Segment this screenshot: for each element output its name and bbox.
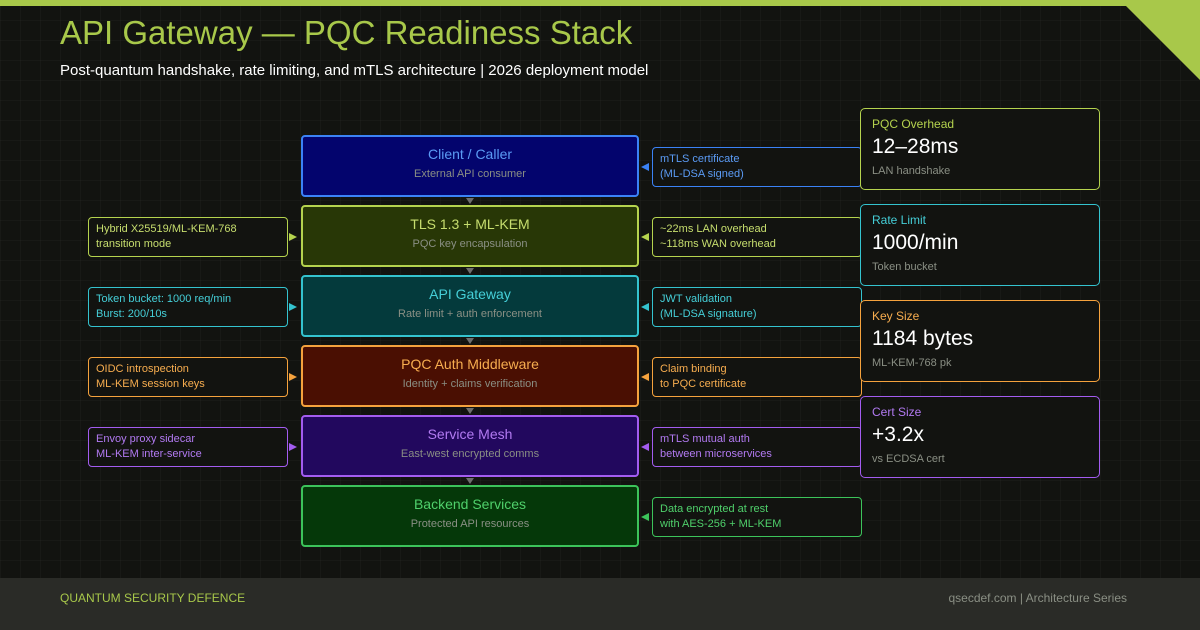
layer-tls: TLS 1.3 + ML-KEM PQC key encapsulation	[301, 205, 639, 267]
layer-desc: Rate limit + auth enforcement	[398, 308, 542, 320]
corner-accent	[1120, 0, 1200, 80]
layer-desc: Protected API resources	[410, 518, 530, 530]
note-line: ~118ms WAN overhead	[660, 238, 776, 250]
connector-arrow	[641, 513, 649, 521]
connector-arrow	[641, 233, 649, 241]
metric-card-rate-limit: Rate Limit 1000/min Token bucket	[860, 204, 1100, 286]
note-line: Token bucket: 1000 req/min	[96, 293, 232, 305]
metric-value: 12–28ms	[872, 135, 959, 158]
metric-card-key-size: Key Size 1184 bytes ML-KEM-768 pk	[860, 300, 1100, 382]
metric-note: Token bucket	[872, 261, 937, 273]
layer-name: Client / Caller	[427, 146, 513, 162]
left-note-mesh: Envoy proxy sidecar ML-KEM inter-service	[88, 427, 288, 467]
connector-arrow	[641, 303, 649, 311]
footer-brand: QUANTUM SECURITY DEFENCE	[60, 591, 246, 605]
right-note-gateway: JWT validation (ML-DSA signature)	[652, 287, 862, 327]
note-line: (ML-DSA signature)	[660, 308, 757, 320]
note-line: Hybrid X25519/ML-KEM-768	[96, 223, 237, 235]
layer-client: Client / Caller External API consumer	[301, 135, 639, 197]
note-line: (ML-DSA signed)	[660, 168, 744, 180]
layer-name: TLS 1.3 + ML-KEM	[410, 216, 530, 232]
layer-service-mesh: Service Mesh East-west encrypted comms	[301, 415, 639, 477]
right-note-backend: Data encrypted at rest with AES-256 + ML…	[652, 497, 862, 537]
note-line: transition mode	[96, 238, 172, 250]
metric-card-pqc-overhead: PQC Overhead 12–28ms LAN handshake	[860, 108, 1100, 190]
metric-label: PQC Overhead	[872, 117, 955, 131]
connector-arrow	[641, 443, 649, 451]
note-line: mTLS mutual auth	[660, 433, 750, 445]
note-line: Envoy proxy sidecar	[96, 433, 196, 445]
metric-label: Rate Limit	[872, 213, 927, 227]
metric-label: Key Size	[872, 309, 920, 323]
layer-desc: PQC key encapsulation	[412, 238, 528, 250]
top-accent-stripe	[0, 0, 1200, 6]
metric-label: Cert Size	[872, 405, 922, 419]
layer-name: Service Mesh	[427, 426, 513, 442]
metric-note: LAN handshake	[872, 165, 951, 177]
flow-arrow	[466, 268, 474, 274]
metric-value: 1000/min	[872, 231, 959, 254]
note-line: Burst: 200/10s	[96, 308, 167, 320]
flow-arrow	[466, 408, 474, 414]
layer-backend: Backend Services Protected API resources	[301, 485, 639, 547]
metric-note: ML-KEM-768 pk	[872, 357, 952, 369]
note-line: ML-KEM session keys	[96, 378, 205, 390]
metric-value: 1184 bytes	[872, 327, 974, 350]
right-note-mesh: mTLS mutual auth between microservices	[652, 427, 862, 467]
layer-name: Backend Services	[413, 496, 527, 512]
layer-auth-middleware: PQC Auth Middleware Identity + claims ve…	[301, 345, 639, 407]
metric-note: vs ECDSA cert	[872, 453, 945, 465]
flow-arrow	[466, 198, 474, 204]
note-line: Data encrypted at rest	[660, 503, 769, 515]
page-title: API Gateway — PQC Readiness Stack	[60, 14, 633, 51]
note-line: OIDC introspection	[96, 363, 189, 375]
right-note-client: mTLS certificate (ML-DSA signed)	[652, 147, 862, 187]
layer-name: API Gateway	[429, 286, 511, 302]
note-line: mTLS certificate	[660, 153, 740, 165]
note-line: ML-KEM inter-service	[96, 448, 202, 460]
right-note-tls: ~22ms LAN overhead ~118ms WAN overhead	[652, 217, 862, 257]
connector-arrow	[289, 443, 297, 451]
note-line: between microservices	[660, 448, 772, 460]
note-line: with AES-256 + ML-KEM	[660, 518, 782, 530]
layer-name: PQC Auth Middleware	[401, 356, 539, 372]
right-note-auth: Claim binding to PQC certificate	[652, 357, 862, 397]
layer-desc: Identity + claims verification	[402, 378, 538, 390]
metric-value: +3.2x	[872, 423, 924, 446]
page-subtitle: Post-quantum handshake, rate limiting, a…	[60, 62, 649, 79]
layer-api-gateway: API Gateway Rate limit + auth enforcemen…	[301, 275, 639, 337]
connector-arrow	[289, 303, 297, 311]
note-line: Claim binding	[660, 363, 727, 375]
note-line: JWT validation	[660, 293, 732, 305]
layer-desc: External API consumer	[414, 168, 526, 180]
connector-arrow	[289, 373, 297, 381]
flow-arrow	[466, 478, 474, 484]
metric-card-cert-size: Cert Size +3.2x vs ECDSA cert	[860, 396, 1100, 478]
connector-arrow	[641, 373, 649, 381]
note-line: to PQC certificate	[660, 378, 747, 390]
left-note-gateway: Token bucket: 1000 req/min Burst: 200/10…	[88, 287, 288, 327]
left-note-auth: OIDC introspection ML-KEM session keys	[88, 357, 288, 397]
footer-bar: QUANTUM SECURITY DEFENCE qsecdef.com | A…	[0, 578, 1200, 630]
footer-credit[interactable]: qsecdef.com | Architecture Series	[948, 591, 1127, 605]
layer-desc: East-west encrypted comms	[400, 448, 540, 460]
connector-arrow	[289, 233, 297, 241]
note-line: ~22ms LAN overhead	[660, 223, 767, 235]
flow-arrow	[466, 338, 474, 344]
connector-arrow	[641, 163, 649, 171]
left-note-tls: Hybrid X25519/ML-KEM-768 transition mode	[88, 217, 288, 257]
